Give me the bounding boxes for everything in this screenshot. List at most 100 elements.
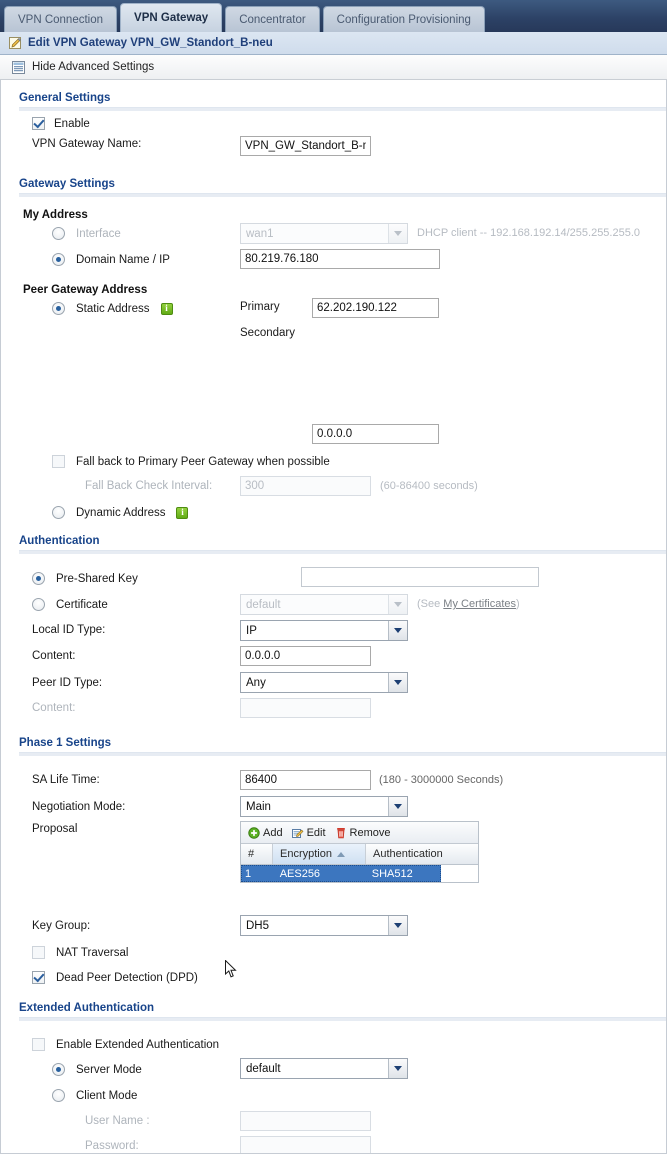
interface-radio-row[interactable]: Interface — [52, 227, 121, 240]
edit-label: Edit — [306, 826, 326, 839]
negotiation-mode-select[interactable]: Main — [240, 796, 408, 817]
dynamic-address-radio[interactable] — [52, 506, 65, 519]
info-icon[interactable]: i — [176, 506, 189, 519]
dpd-row[interactable]: Dead Peer Detection (DPD) — [32, 971, 198, 984]
tab-vpn-connection[interactable]: VPN Connection — [4, 6, 118, 32]
hide-advanced-settings-label[interactable]: Hide Advanced Settings — [32, 61, 154, 73]
peer-id-type-label: Peer ID Type: — [32, 677, 103, 689]
local-content-label: Content: — [32, 650, 76, 662]
column-header-number[interactable]: # — [241, 844, 273, 864]
advanced-settings-bar[interactable]: Hide Advanced Settings — [0, 55, 667, 80]
cert-hint-post: ) — [516, 598, 520, 610]
local-id-type-select[interactable]: IP — [240, 620, 408, 641]
preshared-key-label: Pre-Shared Key — [56, 572, 138, 585]
static-address-radio[interactable] — [52, 302, 65, 315]
preshared-key-radio-row[interactable]: Pre-Shared Key — [32, 572, 138, 585]
remove-proposal-button[interactable]: Remove — [335, 827, 396, 839]
tab-configuration-provisioning[interactable]: Configuration Provisioning — [322, 6, 485, 32]
enable-checkbox-row[interactable]: Enable — [32, 117, 90, 130]
dpd-checkbox[interactable] — [32, 971, 45, 984]
nat-traversal-checkbox[interactable] — [32, 946, 45, 959]
certificate-select-value: default — [246, 598, 281, 611]
peer-id-type-select[interactable]: Any — [240, 672, 408, 693]
trash-icon — [335, 827, 347, 839]
general-settings-heading: General Settings — [19, 92, 111, 104]
chevron-down-icon[interactable] — [388, 673, 407, 692]
server-mode-select[interactable]: default — [240, 1058, 408, 1079]
domain-radio-row[interactable]: Domain Name / IP — [52, 253, 170, 266]
static-address-radio-row[interactable]: Static Address i — [52, 302, 173, 315]
negotiation-mode-label: Negotiation Mode: — [32, 801, 126, 813]
key-group-value: DH5 — [246, 919, 270, 932]
add-proposal-button[interactable]: Add — [248, 827, 288, 839]
primary-label: Primary — [240, 301, 280, 313]
chevron-down-icon[interactable] — [388, 595, 407, 614]
proposal-header-row: # Encryption Authentication — [241, 844, 478, 865]
domain-name-radio[interactable] — [52, 253, 65, 266]
gateway-name-input[interactable] — [240, 136, 371, 156]
static-address-label: Static Address — [76, 302, 150, 315]
certificate-radio[interactable] — [32, 598, 45, 611]
certificate-select[interactable]: default — [240, 594, 408, 615]
sa-life-time-input[interactable] — [240, 770, 371, 790]
my-certificates-link[interactable]: My Certificates — [443, 598, 516, 610]
column-header-encryption-label: Encryption — [280, 848, 332, 860]
edit-pencil-icon — [9, 36, 22, 50]
nat-traversal-label: NAT Traversal — [56, 946, 129, 959]
key-group-label: Key Group: — [32, 920, 91, 932]
fallback-checkbox-row[interactable]: Fall back to Primary Peer Gateway when p… — [52, 455, 330, 468]
secondary-label: Secondary — [240, 327, 295, 339]
dpd-label: Dead Peer Detection (DPD) — [56, 971, 198, 984]
edit-proposal-button[interactable]: Edit — [291, 826, 331, 839]
enable-extended-auth-label: Enable Extended Authentication — [56, 1038, 220, 1051]
enable-checkbox[interactable] — [32, 117, 45, 130]
interface-select[interactable]: wan1 — [240, 223, 408, 244]
client-mode-radio[interactable] — [52, 1089, 65, 1102]
secondary-address-input[interactable] — [312, 424, 439, 444]
domain-name-input[interactable] — [240, 249, 440, 269]
key-group-select[interactable]: DH5 — [240, 915, 408, 936]
certificate-label: Certificate — [56, 598, 108, 611]
server-mode-row[interactable]: Server Mode — [52, 1063, 142, 1076]
table-row[interactable]: 1 AES256 SHA512 — [241, 865, 441, 882]
sort-ascending-icon — [336, 851, 345, 857]
chevron-down-icon[interactable] — [388, 621, 407, 640]
chevron-down-icon[interactable] — [388, 916, 407, 935]
certificate-radio-row[interactable]: Certificate — [32, 598, 108, 611]
info-icon[interactable]: i — [160, 302, 173, 315]
peer-content-label: Content: — [32, 702, 76, 714]
enable-extended-auth-checkbox[interactable] — [32, 1038, 45, 1051]
chevron-down-icon[interactable] — [388, 1059, 407, 1078]
primary-address-input[interactable] — [312, 298, 439, 318]
page-title: Edit VPN Gateway VPN_GW_Standort_B-neu — [28, 37, 273, 49]
preshared-key-input[interactable] — [301, 567, 539, 587]
column-header-authentication[interactable]: Authentication — [366, 844, 478, 864]
proposal-grid: Add Edit Remove # Encryption Authenticat… — [240, 821, 479, 883]
local-content-input[interactable] — [240, 646, 371, 666]
server-mode-radio[interactable] — [52, 1063, 65, 1076]
section-divider — [19, 752, 666, 756]
preshared-key-radio[interactable] — [32, 572, 45, 585]
nat-traversal-row[interactable]: NAT Traversal — [32, 946, 128, 959]
tab-vpn-gateway[interactable]: VPN Gateway — [120, 3, 223, 32]
peer-content-input — [240, 698, 371, 718]
section-general-settings: General Settings — [1, 92, 666, 111]
section-divider — [19, 193, 666, 197]
interface-radio[interactable] — [52, 227, 65, 240]
remove-label: Remove — [349, 826, 391, 839]
column-header-encryption[interactable]: Encryption — [273, 844, 366, 864]
dynamic-address-radio-row[interactable]: Dynamic Address i — [52, 506, 189, 519]
enable-extended-auth-row[interactable]: Enable Extended Authentication — [32, 1038, 219, 1051]
tab-concentrator[interactable]: Concentrator — [225, 6, 320, 32]
edit-icon — [291, 827, 304, 839]
domain-name-label: Domain Name / IP — [76, 253, 170, 266]
section-extended-authentication: Extended Authentication — [1, 1002, 666, 1021]
client-mode-row[interactable]: Client Mode — [52, 1089, 137, 1102]
cert-hint-pre: (See — [417, 598, 444, 610]
chevron-down-icon[interactable] — [388, 224, 407, 243]
fallback-interval-label: Fall Back Check Interval: — [85, 480, 213, 492]
fallback-checkbox[interactable] — [52, 455, 65, 468]
my-certificates-hint: (See My Certificates) — [417, 598, 520, 610]
chevron-down-icon[interactable] — [388, 797, 407, 816]
proposal-label: Proposal — [32, 823, 78, 835]
